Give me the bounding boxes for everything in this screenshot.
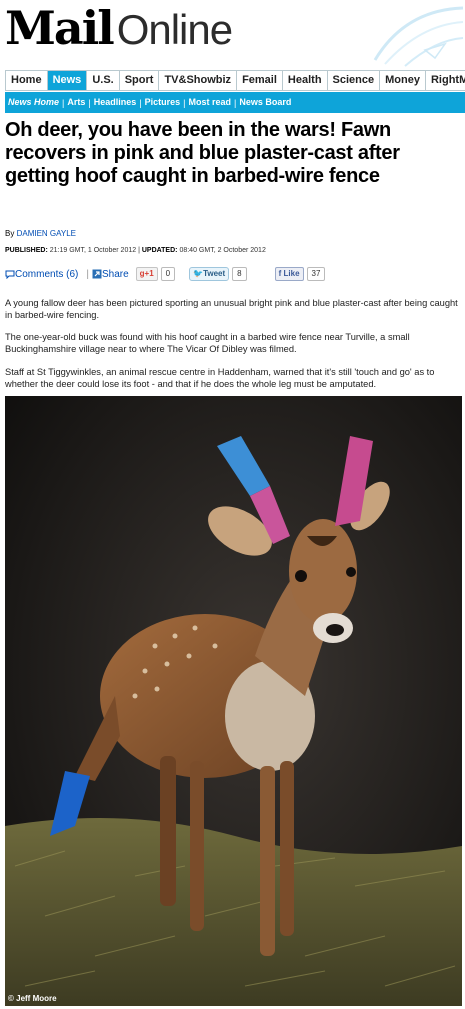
like-label: Like xyxy=(283,269,300,278)
author-link[interactable]: DAMIEN GAYLE xyxy=(17,229,76,238)
article-paragraph-1: A young fallow deer has been pictured sp… xyxy=(5,298,458,320)
subnav-item-news-home[interactable]: News Home xyxy=(5,92,62,113)
article-dates: PUBLISHED: 21:19 GMT, 1 October 2012 | U… xyxy=(5,247,266,254)
twitter-bird-icon: 🐦 xyxy=(193,269,204,278)
byline: By DAMIEN GAYLE xyxy=(5,229,76,238)
article-paragraph-2: The one-year-old buck was found with his… xyxy=(5,332,410,354)
tweet-count: 8 xyxy=(232,267,247,281)
article-photo xyxy=(5,396,462,1006)
photo-credit: © Jeff Moore xyxy=(8,994,57,1003)
share-bar: Comments (6) | Share g+1 0 🐦Tweet 8 f Li… xyxy=(5,264,460,284)
nav-item-news[interactable]: News xyxy=(47,71,88,90)
logo-online-text: Online xyxy=(116,6,233,53)
subnav-item-pictures[interactable]: Pictures xyxy=(142,92,184,113)
tweet-label: Tweet xyxy=(203,269,226,278)
nav-item-us[interactable]: U.S. xyxy=(87,71,120,90)
share-link[interactable]: Share xyxy=(92,269,129,280)
nav-item-money[interactable]: Money xyxy=(380,71,426,90)
fawn-photo-illustration xyxy=(5,396,462,1006)
like-count: 37 xyxy=(306,267,326,281)
subnav-item-most-read[interactable]: Most read xyxy=(185,92,234,113)
primary-nav: Home News U.S. Sport TV&Showbiz Femail H… xyxy=(5,70,465,91)
gplus-button[interactable]: g+1 xyxy=(135,267,158,281)
site-logo[interactable]: Mail Online xyxy=(5,1,233,55)
nav-item-sport[interactable]: Sport xyxy=(120,71,160,90)
masthead-swoosh-graphic xyxy=(373,6,464,67)
comment-icon xyxy=(5,270,15,279)
nav-item-tv-showbiz[interactable]: TV&Showbiz xyxy=(159,71,238,90)
gplus-count: 0 xyxy=(160,267,176,281)
facebook-icon: f xyxy=(278,269,282,278)
gplus-label: +1 xyxy=(144,269,154,278)
published-label: PUBLISHED: xyxy=(5,247,48,254)
nav-item-femail[interactable]: Femail xyxy=(237,71,283,90)
facebook-like-button[interactable]: f Like xyxy=(274,267,304,281)
share-separator: | xyxy=(86,268,89,280)
subnav-item-arts[interactable]: Arts xyxy=(64,92,88,113)
nav-item-health[interactable]: Health xyxy=(283,71,328,90)
logo-mail-text: Mail xyxy=(5,1,115,55)
article-headline: Oh deer, you have been in the wars! Fawn… xyxy=(5,119,400,187)
share-label: Share xyxy=(101,268,129,280)
nav-item-home[interactable]: Home xyxy=(6,71,48,90)
masthead: Mail Online xyxy=(0,0,465,68)
news-subnav: News Home | Arts | Headlines | Pictures … xyxy=(5,92,465,113)
updated-label: UPDATED: xyxy=(141,247,178,254)
share-icon xyxy=(92,269,102,279)
comments-label: Comments (6) xyxy=(15,268,79,280)
nav-item-rightminds[interactable]: RightMin xyxy=(426,71,465,90)
comments-link[interactable]: Comments (6) xyxy=(5,269,78,280)
subnav-item-headlines[interactable]: Headlines xyxy=(91,92,140,113)
updated-date: 08:40 GMT, 2 October 2012 xyxy=(179,247,266,254)
nav-item-science[interactable]: Science xyxy=(328,71,381,90)
byline-prefix: By xyxy=(5,229,15,238)
published-date: 21:19 GMT, 1 October 2012 xyxy=(49,247,137,254)
article-paragraph-3: Staff at St Tiggywinkles, an animal resc… xyxy=(5,367,435,389)
subnav-item-news-board[interactable]: News Board xyxy=(236,92,294,113)
tweet-button[interactable]: 🐦Tweet xyxy=(189,267,230,281)
